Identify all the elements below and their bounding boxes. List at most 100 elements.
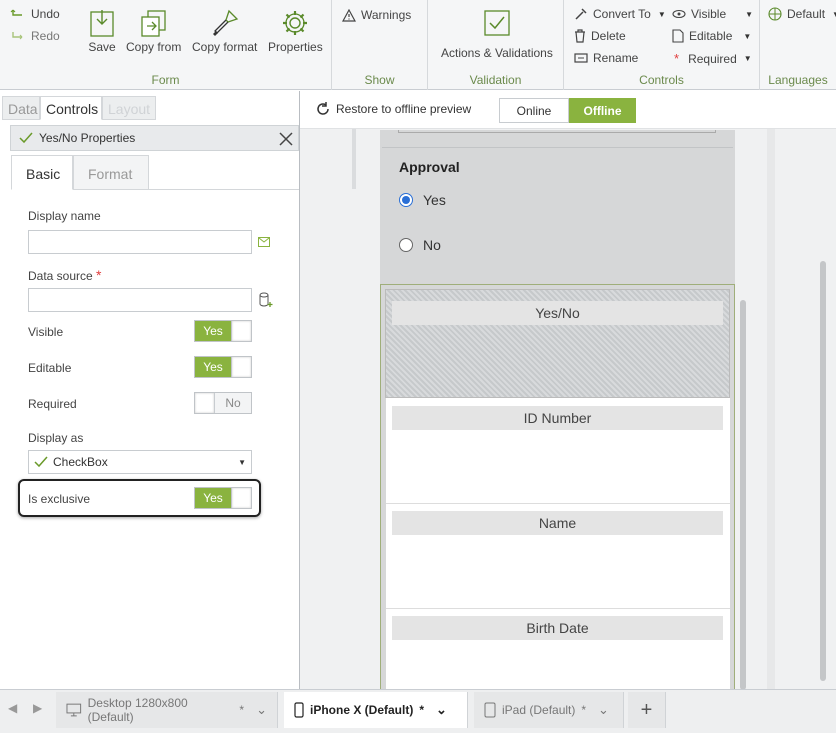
language-default-label: Default bbox=[787, 7, 826, 21]
approval-title: Approval bbox=[399, 159, 460, 175]
properties-title: Yes/No Properties bbox=[39, 131, 136, 145]
tab-ipad[interactable]: iPad (Default) * ⌄ bbox=[474, 692, 624, 728]
visible-button[interactable]: Visible ▼ bbox=[672, 7, 753, 21]
language-default-button[interactable]: Default ▼ bbox=[768, 7, 836, 21]
check-icon bbox=[19, 132, 33, 144]
editable-toggle[interactable]: Yes bbox=[194, 356, 252, 378]
tab-format[interactable]: Format bbox=[73, 155, 149, 190]
chevron-down-icon: ▼ bbox=[743, 31, 752, 41]
tablet-icon bbox=[484, 702, 496, 718]
field-divider bbox=[386, 503, 730, 504]
chevron-down-icon: ▼ bbox=[238, 458, 246, 467]
visible-label: Visible bbox=[691, 7, 727, 21]
tab-iphone-mark: * bbox=[419, 703, 425, 717]
copy-from-icon bbox=[138, 6, 170, 40]
actions-validations-label: Actions & Validations bbox=[441, 46, 553, 60]
visible-toggle[interactable]: Yes bbox=[194, 320, 252, 342]
asterisk-icon: * bbox=[674, 51, 680, 66]
radio-selected-icon bbox=[399, 193, 413, 207]
toggle-knob bbox=[231, 321, 251, 341]
copy-format-label: Copy format bbox=[192, 40, 258, 54]
ribbon-toolbar: Undo Redo Save Copy from Copy format Pro… bbox=[0, 0, 836, 90]
display-name-field[interactable] bbox=[28, 230, 252, 254]
editable-label: Editable bbox=[689, 29, 733, 43]
field-title-id-number[interactable]: ID Number bbox=[392, 406, 723, 430]
rename-icon bbox=[574, 53, 588, 63]
toggle-knob bbox=[231, 488, 251, 508]
document-edit-icon bbox=[672, 29, 684, 43]
ribbon-group-controls: Convert To ▼ Delete Rename Visible ▼ Edita… bbox=[564, 0, 760, 90]
tab-layout[interactable]: Layout bbox=[102, 96, 156, 120]
actions-validations-button[interactable]: Actions & Validations bbox=[441, 6, 553, 60]
tab-basic[interactable]: Basic bbox=[11, 155, 73, 190]
toggle-knob bbox=[231, 357, 251, 377]
ribbon-group-form: Undo Redo Save Copy from Copy format Pro… bbox=[0, 0, 332, 90]
warning-icon bbox=[342, 8, 356, 22]
editable-button[interactable]: Editable ▼ bbox=[672, 29, 751, 43]
refresh-icon bbox=[317, 102, 329, 115]
chevron-down-icon[interactable]: ⌄ bbox=[598, 702, 609, 718]
properties-panel: Data Controls Layout Yes/No Properties B… bbox=[0, 91, 300, 689]
field-title-birth-date[interactable]: Birth Date bbox=[392, 616, 723, 640]
chevron-down-icon: ▼ bbox=[743, 54, 752, 63]
is-exclusive-label: Is exclusive bbox=[28, 492, 91, 506]
undo-button[interactable]: Undo bbox=[10, 7, 60, 21]
approval-option-yes[interactable]: Yes bbox=[399, 192, 446, 208]
approval-option-no[interactable]: No bbox=[399, 237, 441, 253]
tab-ipad-mark: * bbox=[581, 703, 587, 717]
subtab-divider bbox=[149, 189, 299, 190]
message-icon[interactable] bbox=[258, 237, 270, 247]
is-exclusive-toggle[interactable]: Yes bbox=[194, 487, 252, 509]
required-label: Required bbox=[688, 51, 737, 66]
checkbox-check-icon bbox=[481, 6, 513, 40]
chevron-down-icon: ▼ bbox=[832, 9, 836, 19]
offline-button[interactable]: Offline bbox=[569, 98, 636, 123]
radio-empty-icon bbox=[399, 238, 413, 252]
save-label: Save bbox=[88, 40, 116, 54]
field-title-yes-no: Yes/No bbox=[392, 301, 723, 325]
copy-from-button[interactable]: Copy from bbox=[126, 6, 181, 54]
chevron-down-icon[interactable]: ⌄ bbox=[436, 702, 447, 718]
warnings-button[interactable]: Warnings bbox=[342, 8, 411, 22]
save-button[interactable]: Save bbox=[86, 6, 118, 54]
toggle-knob bbox=[195, 393, 215, 413]
convert-to-button[interactable]: Convert To ▼ bbox=[574, 7, 666, 21]
ribbon-group-validation: Actions & Validations Validation bbox=[428, 0, 564, 90]
tab-desktop[interactable]: Desktop 1280x800 (Default) * ⌄ bbox=[56, 692, 278, 728]
display-as-label: Display as bbox=[28, 431, 84, 445]
tab-controls[interactable]: Controls bbox=[40, 96, 102, 120]
chevron-down-icon[interactable]: ⌄ bbox=[256, 702, 267, 718]
field-title-name[interactable]: Name bbox=[392, 511, 723, 535]
display-as-select[interactable]: CheckBox ▼ bbox=[28, 450, 252, 474]
warnings-label: Warnings bbox=[361, 8, 412, 22]
database-add-icon[interactable] bbox=[259, 292, 273, 308]
properties-button[interactable]: Properties bbox=[268, 6, 323, 54]
ribbon-group-languages: Default ▼ Languages bbox=[760, 0, 836, 90]
convert-to-label: Convert To bbox=[593, 7, 651, 21]
restore-preview-button[interactable]: Restore to offline preview bbox=[316, 102, 471, 116]
tab-data[interactable]: Data bbox=[2, 96, 40, 120]
properties-label: Properties bbox=[268, 40, 323, 54]
data-source-field[interactable] bbox=[28, 288, 252, 312]
tab-iphone-x[interactable]: iPhone X (Default) * ⌄ bbox=[284, 692, 468, 728]
delete-button[interactable]: Delete bbox=[574, 29, 626, 43]
required-toggle-value: No bbox=[225, 396, 241, 410]
copy-format-button[interactable]: Copy format bbox=[192, 6, 257, 54]
required-button[interactable]: * Required ▼ bbox=[674, 51, 752, 66]
redo-button[interactable]: Redo bbox=[10, 29, 60, 43]
tab-desktop-mark: * bbox=[239, 703, 245, 717]
online-button[interactable]: Online bbox=[499, 98, 569, 123]
required-toggle[interactable]: No bbox=[194, 392, 252, 414]
close-icon[interactable] bbox=[278, 131, 294, 147]
scroll-right-icon[interactable]: ▶ bbox=[33, 701, 42, 715]
field-divider bbox=[386, 608, 730, 609]
plus-icon: + bbox=[640, 698, 653, 721]
chevron-down-icon: ▼ bbox=[745, 9, 754, 19]
globe-icon bbox=[768, 7, 782, 21]
undo-icon bbox=[10, 9, 22, 16]
scroll-left-icon[interactable]: ◀ bbox=[8, 701, 17, 715]
rename-button[interactable]: Rename bbox=[574, 51, 638, 65]
add-device-tab-button[interactable]: + bbox=[628, 692, 666, 728]
phone-scrollbar[interactable] bbox=[740, 300, 746, 690]
canvas-scrollbar[interactable] bbox=[820, 261, 826, 681]
